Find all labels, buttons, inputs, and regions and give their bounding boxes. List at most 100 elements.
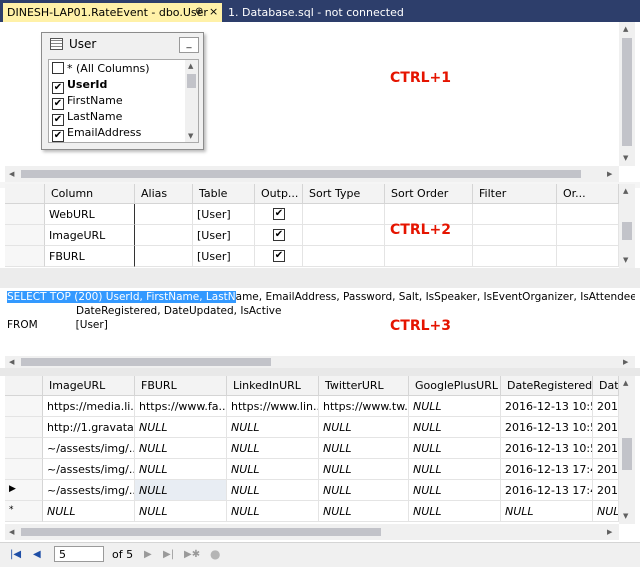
results-cell[interactable]: http://1.gravata... [43,417,135,438]
output-checkbox[interactable]: ✔ [273,229,285,241]
record-position-input[interactable]: 5 [54,546,104,562]
results-cell[interactable]: 2016-12 [593,417,619,438]
results-column-header[interactable]: DateRegistered [501,376,593,396]
criteria-cell-empty[interactable] [557,225,619,246]
results-cell[interactable]: 2016-12-13 10:5... [501,417,593,438]
results-cell[interactable]: NULL [409,480,501,501]
column-list-scrollbar[interactable]: ▲ ▼ [185,60,198,142]
scroll-thumb[interactable] [21,528,381,536]
scroll-right-icon[interactable]: ▶ [607,528,612,536]
scroll-left-icon[interactable]: ◀ [9,528,14,536]
criteria-cell-column[interactable]: WebURL [45,204,135,225]
results-cell[interactable]: 2016-12-13 17:4... [501,480,593,501]
sql-line-1[interactable]: SELECT TOP (200) UserId, FirstName, Last… [7,291,635,303]
tab-database-sql[interactable]: 1. Database.sql - not connected [228,6,404,19]
close-tab-icon[interactable]: × [209,5,218,18]
criteria-cell-column[interactable]: ImageURL [45,225,135,246]
results-cell[interactable]: https://www.fa... [135,396,227,417]
results-cell[interactable]: 2016-12 [593,396,619,417]
criteria-cell-empty[interactable] [385,246,473,267]
scroll-up-icon[interactable]: ▲ [623,379,628,387]
stop-icon[interactable]: ● [210,547,220,561]
first-record-icon[interactable]: |◀ [10,549,21,560]
results-cell[interactable]: NULL [135,417,227,438]
results-cell[interactable]: NULL [409,459,501,480]
diagram-pane[interactable]: User _ * (All Columns) ✔ UserId ✔ FirstName ✔… [5,22,635,182]
criteria-cell-empty[interactable] [303,246,385,267]
results-cell[interactable]: NULL [319,438,409,459]
table-widget-header[interactable]: User _ [42,33,203,55]
results-cell[interactable]: ~/assests/img/... [43,459,135,480]
criteria-column-header[interactable]: Outp... [255,184,303,204]
criteria-cell-empty[interactable] [473,246,557,267]
results-column-header[interactable]: TwitterURL [319,376,409,396]
diagram-vscrollbar[interactable]: ▲ ▼ [619,22,635,166]
new-record-icon[interactable]: ▶✱ [184,549,200,560]
sql-hscrollbar[interactable]: ◀ ▶ [5,356,635,368]
results-column-header[interactable]: ImageURL [43,376,135,396]
scroll-thumb[interactable] [622,222,632,240]
results-cell[interactable]: https://media.li... [43,396,135,417]
last-record-icon[interactable]: ▶| [163,549,174,560]
column-list-item[interactable]: ✔ EmailAddress [52,126,141,142]
results-cell[interactable]: NULL [409,417,501,438]
criteria-column-header[interactable]: Table [193,184,255,204]
criteria-column-header[interactable]: Column [45,184,135,204]
results-row-selector[interactable] [5,459,43,480]
results-cell[interactable]: NULL [409,396,501,417]
results-row-selector[interactable] [5,396,43,417]
criteria-column-header[interactable]: Filter [473,184,557,204]
results-column-header[interactable]: GooglePlusURL [409,376,501,396]
scroll-down-icon[interactable]: ▼ [623,512,628,520]
results-cell[interactable]: NULL [319,501,409,522]
criteria-cell-empty[interactable] [557,204,619,225]
results-row-selector[interactable]: * [5,501,43,522]
column-checkbox[interactable]: ✔ [52,130,64,142]
criteria-vscrollbar[interactable]: ▲ ▼ [619,184,635,268]
results-cell[interactable]: NULL [409,501,501,522]
results-cell[interactable]: ~/assests/img/... [43,438,135,459]
criteria-row-selector[interactable] [5,204,45,225]
results-cell[interactable]: NULL [43,501,135,522]
results-cell[interactable]: ~/assests/img/... [43,480,135,501]
scroll-right-icon[interactable]: ▶ [623,358,628,366]
results-cell[interactable]: NULL [319,417,409,438]
sql-line-2[interactable]: DateRegistered, DateUpdated, IsActive [76,305,281,317]
pin-icon[interactable]: ⊕ [195,6,203,17]
column-list-item[interactable]: ✔ FirstName [52,94,123,110]
results-cell[interactable]: 2016-12 [593,459,619,480]
results-row-selector[interactable] [5,417,43,438]
previous-record-icon[interactable]: ◀ [33,549,41,560]
results-cell[interactable]: NULL [227,438,319,459]
column-checkbox[interactable] [52,62,64,74]
criteria-cell-empty[interactable] [473,225,557,246]
results-row-selector[interactable]: ▶ [5,480,43,501]
column-list-item[interactable]: ✔ UserId [52,78,107,94]
results-cell[interactable]: NULL [135,438,227,459]
criteria-cell-table[interactable]: [User] [193,246,255,267]
results-column-header[interactable]: LinkedInURL [227,376,319,396]
pane-splitter[interactable] [0,268,640,288]
results-cell[interactable]: NULL [593,501,619,522]
results-hscrollbar[interactable]: ◀ ▶ [5,524,619,540]
criteria-cell-column[interactable]: FBURL [45,246,135,267]
criteria-cell-empty[interactable] [557,246,619,267]
tab-query-designer[interactable]: DINESH-LAP01.RateEvent - dbo.User ⊕ × [3,3,222,22]
scroll-down-icon[interactable]: ▼ [623,256,628,264]
scroll-thumb[interactable] [622,38,632,146]
results-cell[interactable]: NULL [135,459,227,480]
column-checkbox[interactable]: ✔ [52,82,64,94]
criteria-column-header[interactable]: Or... [557,184,619,204]
results-cell[interactable]: NULL [135,480,227,501]
results-row-selector[interactable] [5,438,43,459]
results-cell[interactable]: 2016-12 [593,480,619,501]
results-cell[interactable]: NULL [227,459,319,480]
scroll-down-icon[interactable]: ▼ [188,132,193,140]
column-checkbox[interactable]: ✔ [52,114,64,126]
scroll-thumb[interactable] [21,170,581,178]
scroll-left-icon[interactable]: ◀ [9,358,14,366]
table-widget-user[interactable]: User _ * (All Columns) ✔ UserId ✔ FirstName ✔… [41,32,204,150]
output-checkbox[interactable]: ✔ [273,208,285,220]
pane-splitter[interactable] [0,368,640,376]
criteria-column-header[interactable]: Sort Type [303,184,385,204]
